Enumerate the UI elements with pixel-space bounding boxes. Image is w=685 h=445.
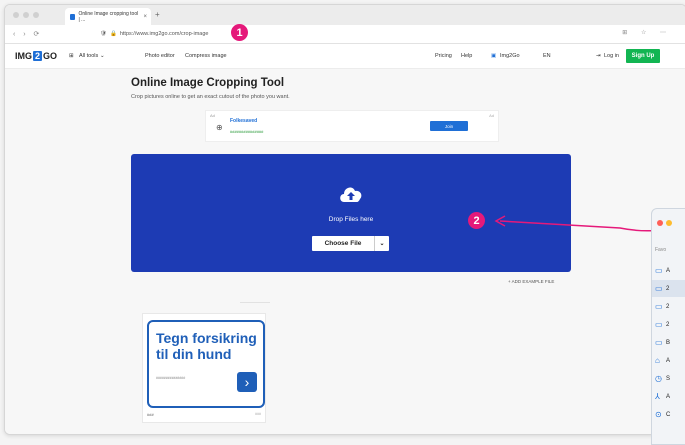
folder-icon: ▭ xyxy=(655,338,663,347)
finder-row-label: 2 xyxy=(666,285,670,292)
nav-help[interactable]: Help xyxy=(461,53,472,59)
img2go-icon: ▣ xyxy=(491,53,497,59)
nav-img2go[interactable]: Img2Go xyxy=(500,53,520,59)
finder-row-label: S xyxy=(666,375,671,382)
grid-icon: ⊞ xyxy=(69,53,74,59)
browser-tab[interactable]: Online Image cropping tool | ... × xyxy=(65,8,151,25)
logo-go: GO xyxy=(43,51,58,61)
ad-logo-icon: ⊕ xyxy=(216,123,223,132)
finder-close-dot[interactable] xyxy=(657,220,663,226)
nav-login[interactable]: Log in xyxy=(604,53,619,59)
site-header: IMG 2 GO ⊞ All tools ⌄ Photo editor Comp… xyxy=(5,44,685,69)
address-bar-row: ‹ › ⟳ 🛡 🔒 https://www.img2go.com/crop-im… xyxy=(5,25,685,44)
annotation-badge-2: 2 xyxy=(468,212,485,229)
finder-row[interactable]: ▭ B xyxy=(652,334,685,351)
side-ad-headline: Tegn forsikring til din hund xyxy=(156,330,257,362)
url-field[interactable]: 🛡 🔒 https://www.img2go.com/crop-image xyxy=(100,29,480,39)
tab-bar: Online Image cropping tool | ... × + xyxy=(5,5,685,25)
toolbar-icons[interactable]: ⊞ ☆ ⋯ xyxy=(622,29,672,36)
zoom-dot[interactable] xyxy=(33,12,39,18)
ad-choices-icon[interactable]: Ad xyxy=(489,113,494,118)
side-ad-smalltext: ############### xyxy=(156,376,186,380)
folder-icon: ▭ xyxy=(655,284,663,293)
url-text: https://www.img2go.com/crop-image xyxy=(119,31,209,37)
choose-file-button[interactable]: Choose File ⌄ xyxy=(312,236,389,251)
folder-icon: ▭ xyxy=(655,302,663,311)
finder-favorites-header: Favo xyxy=(655,247,667,253)
nav-pricing[interactable]: Pricing xyxy=(435,53,452,59)
apps-icon: ⅄ xyxy=(655,392,660,401)
favicon-icon xyxy=(70,13,76,20)
finder-row[interactable]: ▭ 2 xyxy=(652,298,685,315)
chevron-right-icon[interactable]: › xyxy=(237,372,257,392)
browser-window: Online Image cropping tool | ... × + ‹ ›… xyxy=(4,4,685,435)
finder-row-label: 2 xyxy=(666,321,670,328)
top-ad-banner[interactable]: Ad ⊕ Folkesaved ############### Join Ad xyxy=(205,110,499,142)
add-example-file-link[interactable]: + ADD EXAMPLE FILE xyxy=(508,279,554,284)
finder-row-label: A xyxy=(666,357,671,364)
tab-close-icon[interactable]: × xyxy=(143,14,147,20)
minimize-dot[interactable] xyxy=(23,12,29,18)
new-tab-icon[interactable]: + xyxy=(155,10,160,19)
finder-row-label: A xyxy=(666,267,671,274)
main-content: Online Image Cropping Tool Crop pictures… xyxy=(5,69,685,434)
shield-icon: 🛡 xyxy=(100,31,107,37)
finder-window-controls[interactable] xyxy=(657,220,672,226)
window-controls[interactable] xyxy=(13,12,39,18)
nav-photo-editor[interactable]: Photo editor xyxy=(145,53,175,59)
ad-cta-button[interactable]: Join xyxy=(430,121,468,131)
clock-icon: ◷ xyxy=(655,374,662,383)
side-ad-footer-right: ### xyxy=(255,412,261,416)
add-example-label: ADD EXAMPLE FILE xyxy=(511,279,555,284)
finder-row[interactable]: ▭ A xyxy=(652,262,685,279)
file-drop-zone[interactable]: Drop Files here Choose File ⌄ xyxy=(131,154,571,272)
folder-icon: ▭ xyxy=(655,266,663,275)
cloud-upload-icon xyxy=(340,187,362,202)
logo-2: 2 xyxy=(33,51,43,61)
finder-row[interactable]: ▭ 2 xyxy=(652,280,685,297)
nav-compress[interactable]: Compress image xyxy=(185,53,227,59)
finder-row[interactable]: ⊙ C xyxy=(652,406,685,423)
close-dot[interactable] xyxy=(13,12,19,18)
lock-icon: 🔒 xyxy=(109,31,117,37)
login-icon: ⇥ xyxy=(596,53,601,59)
annotation-badge-1: 1 xyxy=(231,24,248,41)
finder-row[interactable]: ⌂ A xyxy=(652,352,685,369)
logo-img: IMG xyxy=(15,51,32,61)
finder-row-label: 2 xyxy=(666,303,670,310)
side-ad-footer: ### xyxy=(147,412,154,417)
folder-icon: ▭ xyxy=(655,320,663,329)
signup-button[interactable]: Sign Up xyxy=(626,49,660,63)
finder-row[interactable]: ⅄ A xyxy=(652,388,685,405)
chevron-down-icon: ⌄ xyxy=(100,53,105,59)
side-ad[interactable]: Tegn forsikring til din hund ###########… xyxy=(142,313,266,423)
finder-minimize-dot[interactable] xyxy=(666,220,672,226)
nav-buttons[interactable]: ‹ › ⟳ xyxy=(13,30,42,38)
ad-name[interactable]: Folkesaved xyxy=(230,118,257,124)
finder-row[interactable]: ▭ 2 xyxy=(652,316,685,333)
finder-sidebar: Favo ▭ A ▭ 2 ▭ 2 ▭ 2 ▭ B ⌂ A ◷ S ⅄ A ⊙ C xyxy=(651,208,685,445)
download-icon: ⊙ xyxy=(655,410,662,419)
ad-phone: ############### xyxy=(230,129,264,134)
home-icon: ⌂ xyxy=(655,356,660,365)
chevron-down-icon[interactable]: ⌄ xyxy=(374,236,389,251)
finder-row-label: A xyxy=(666,393,671,400)
img2go-logo[interactable]: IMG 2 GO xyxy=(15,51,57,61)
nav-all-tools[interactable]: All tools xyxy=(79,53,98,59)
drop-files-text: Drop Files here xyxy=(328,216,374,223)
divider xyxy=(240,302,270,303)
choose-file-label: Choose File xyxy=(324,240,362,247)
finder-row-label: C xyxy=(666,411,671,418)
finder-row-label: B xyxy=(666,339,671,346)
finder-row[interactable]: ◷ S xyxy=(652,370,685,387)
tab-title: Online Image cropping tool | ... xyxy=(78,10,139,23)
side-ad-card[interactable]: Tegn forsikring til din hund ###########… xyxy=(147,320,265,408)
page-subtitle: Crop pictures online to get an exact cut… xyxy=(131,94,290,100)
ad-label: Ad xyxy=(210,113,215,118)
page-title: Online Image Cropping Tool xyxy=(131,77,285,89)
nav-lang[interactable]: EN xyxy=(543,53,551,59)
